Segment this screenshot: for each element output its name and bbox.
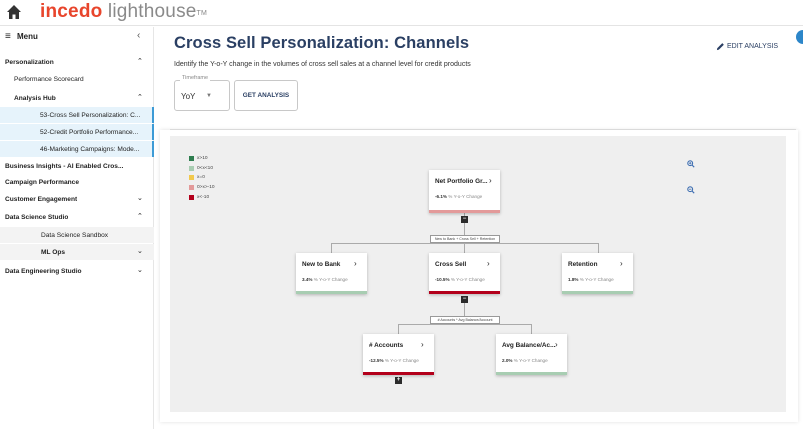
tree-node-retention[interactable]: Retention › 1.8% % Y-o-Y Change: [562, 253, 633, 294]
sidebar-item-52-credit-portfolio[interactable]: 52-Credit Portfolio Performance...: [0, 124, 154, 140]
tree-node-new-to-bank[interactable]: New to Bank › 3.4% % Y-o-Y Change: [296, 253, 367, 294]
top-bar: incedo lighthouseTM: [0, 0, 803, 26]
node-status-bar: [496, 372, 567, 375]
node-value: -12.5% % Y-o-Y Change: [369, 358, 419, 363]
help-fab-button[interactable]: [796, 30, 803, 44]
chevron-right-icon[interactable]: ›: [620, 259, 623, 268]
chevron-down-icon: ⌄: [137, 267, 143, 274]
pencil-icon: [716, 43, 724, 51]
get-analysis-button[interactable]: GET ANALYSIS: [234, 80, 298, 111]
brand-secondary: lighthouse: [107, 1, 197, 22]
sidebar-item-campaign-performance[interactable]: Campaign Performance: [0, 174, 154, 190]
brand-primary: incedo: [40, 1, 103, 22]
tree-node-cross-sell[interactable]: Cross Sell › -10.5% % Y-o-Y Change: [429, 253, 500, 294]
sidebar-item-data-science-sandbox[interactable]: Data Science Sandbox: [0, 227, 154, 243]
legend-swatch: [189, 194, 194, 200]
brand-logo[interactable]: incedo lighthouseTM: [40, 1, 207, 23]
sidebar-item-data-science-studio[interactable]: Data Science Studio ⌃: [0, 209, 154, 225]
connector: [464, 243, 465, 253]
chevron-right-icon[interactable]: ›: [489, 176, 492, 185]
legend-swatch: [189, 175, 194, 181]
sidebar-item-personalization[interactable]: Personalization ⌃: [0, 54, 154, 70]
node-value: -6.1% % Y-o-Y Change: [435, 194, 483, 199]
chevron-right-icon[interactable]: ›: [487, 259, 490, 268]
connector: [598, 243, 599, 253]
node-value: 1.8% % Y-o-Y Change: [568, 277, 614, 282]
color-legend: x>10 0<x<10 x=0 0>x>-10 x<-10: [189, 154, 215, 202]
home-icon[interactable]: [6, 4, 22, 20]
expand-node-icon[interactable]: +: [395, 377, 402, 384]
node-status-bar: [562, 291, 633, 294]
legend-swatch: [189, 185, 194, 191]
legend-swatch: [189, 165, 194, 171]
node-status-bar: [429, 210, 500, 213]
legend-item: x=0: [189, 173, 215, 183]
tree-node-net-portfolio-growth[interactable]: Net Portfolio Gr... › -6.1% % Y-o-Y Chan…: [429, 170, 500, 213]
chevron-right-icon[interactable]: ›: [421, 340, 424, 349]
node-value: -10.5% % Y-o-Y Change: [435, 277, 485, 282]
dropdown-caret-icon: ▼: [206, 93, 212, 99]
node-status-bar: [363, 372, 434, 375]
menu-label: Menu: [17, 32, 38, 41]
sidebar-item-analysis-hub[interactable]: Analysis Hub ⌃: [0, 90, 154, 106]
timeframe-label: Timeframe: [180, 75, 211, 81]
legend-item: x<-10: [189, 192, 215, 202]
legend-item: 0>x>-10: [189, 183, 215, 193]
menu-icon[interactable]: ≡: [5, 31, 11, 42]
zoom-in-icon[interactable]: [684, 157, 698, 171]
connector: [531, 324, 532, 334]
edit-analysis-label: EDIT ANALYSIS: [727, 43, 779, 50]
node-status-bar: [296, 291, 367, 294]
collapse-node-icon[interactable]: −: [461, 216, 468, 223]
chevron-right-icon[interactable]: ›: [555, 340, 558, 349]
sidebar-item-data-engineering-studio[interactable]: Data Engineering Studio ⌄: [0, 263, 154, 279]
sidebar-item-performance-scorecard[interactable]: Performance Scorecard: [0, 71, 154, 87]
chevron-down-icon: ⌄: [137, 195, 143, 202]
menu-header: ≡ Menu ‹: [0, 27, 154, 49]
page-subtitle: Identify the Y-o-Y change in the volumes…: [174, 61, 471, 68]
edit-analysis-button[interactable]: EDIT ANALYSIS: [716, 42, 778, 51]
zoom-out-icon[interactable]: [684, 183, 698, 197]
brand-tm: TM: [196, 10, 208, 17]
timeframe-value: YoY: [181, 92, 196, 101]
legend-item: 0<x<10: [189, 164, 215, 174]
page-title: Cross Sell Personalization: Channels: [174, 34, 470, 52]
chevron-down-icon: ⌄: [137, 248, 143, 255]
sidebar-item-53-cross-sell[interactable]: 53-Cross Sell Personalization: C...: [0, 107, 154, 123]
chevron-up-icon: ⌃: [137, 213, 143, 220]
sidebar-item-46-marketing-campaigns[interactable]: 46-Marketing Campaigns: Mode...: [0, 141, 154, 157]
connector: [398, 324, 399, 334]
operator-label: New to Bank + Cross Sell + Retention: [430, 235, 500, 243]
chevron-right-icon[interactable]: ›: [354, 259, 357, 268]
node-value: 2.0% % Y-o-Y Change: [502, 358, 548, 363]
node-status-bar: [429, 291, 500, 294]
tree-node-accounts[interactable]: # Accounts › -12.5% % Y-o-Y Change: [363, 334, 434, 375]
sidebar-item-ml-ops[interactable]: ML Ops ⌄: [0, 244, 154, 260]
chevron-up-icon: ⌃: [137, 94, 143, 101]
tree-node-avg-balance[interactable]: Avg Balance/Ac... › 2.0% % Y-o-Y Change: [496, 334, 567, 375]
sidebar-item-business-insights[interactable]: Business Insights - AI Enabled Cros...: [0, 158, 154, 174]
operator-label: # Accounts * Avg Balance/Account: [430, 316, 500, 324]
chevron-up-icon: ⌃: [137, 58, 143, 65]
collapse-node-icon[interactable]: −: [461, 296, 468, 303]
legend-swatch: [189, 156, 194, 162]
connector: [331, 243, 332, 253]
legend-item: x>10: [189, 154, 215, 164]
sidebar: ≡ Menu ‹ Personalization ⌃ Performance S…: [0, 27, 154, 429]
connector: [398, 324, 531, 325]
collapse-sidebar-icon[interactable]: ‹: [137, 30, 140, 41]
sidebar-item-customer-engagement[interactable]: Customer Engagement ⌄: [0, 191, 154, 207]
node-value: 3.4% % Y-o-Y Change: [302, 277, 348, 282]
